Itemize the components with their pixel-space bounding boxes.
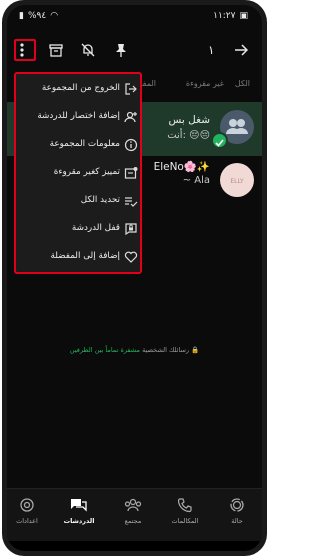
wifi-icon: ◠ <box>50 11 59 21</box>
phone-frame: ▮ %٩٤ ◠ ١١:٢٧ ▣ ١ الكل المفضلة غير مقروء… <box>2 0 267 556</box>
screen: ▮ %٩٤ ◠ ١١:٢٧ ▣ ١ الكل المفضلة غير مقروء… <box>7 5 262 551</box>
menu-item-select-all[interactable]: تحديد الكل <box>16 186 140 216</box>
highlight-box <box>14 39 36 61</box>
status-icon <box>230 498 244 512</box>
back-arrow-icon[interactable] <box>230 39 252 61</box>
menu-item-label: تمييز كغير مقروءة <box>53 167 120 177</box>
menu-item-lock-chat[interactable]: قفل الدردشة <box>16 214 140 244</box>
menu-item-label: إضافة اختصار للدردشة <box>37 111 120 121</box>
tab-all[interactable]: الكل <box>235 79 250 88</box>
overflow-menu: الخروج من المجموعة إضافة اختصار للدردشة … <box>14 72 142 274</box>
nav-chats[interactable]: الدردشات <box>59 497 99 525</box>
status-left: ▮ %٩٤ ◠ <box>19 11 58 21</box>
heart-icon <box>124 251 138 263</box>
gesture-bar <box>7 541 262 551</box>
menu-item-label: معلومات المجموعة <box>49 139 120 149</box>
menu-item-label: إضافة إلى المفضلة <box>50 251 120 261</box>
battery-text: %٩٤ <box>27 11 47 21</box>
nav-label: المكالمات <box>171 517 199 525</box>
menu-item-label: الخروج من المجموعة <box>41 83 120 93</box>
nav-communities[interactable]: مجتمع <box>113 497 153 525</box>
pin-icon[interactable] <box>110 39 132 61</box>
selection-toolbar <box>7 31 262 69</box>
selected-check-icon <box>211 132 228 149</box>
exit-icon <box>125 83 137 95</box>
menu-item-group-info[interactable]: معلومات المجموعة <box>16 130 140 160</box>
nav-label: الدردشات <box>63 517 95 525</box>
phone-icon <box>177 498 192 513</box>
lock-chat-icon <box>125 223 137 236</box>
add-contact-icon <box>124 111 137 123</box>
info-icon <box>124 138 138 152</box>
nav-settings[interactable]: اعدادات <box>7 497 47 525</box>
communities-icon <box>124 498 142 512</box>
lock-icon: 🔒 <box>191 346 200 354</box>
archive-icon[interactable] <box>45 39 67 61</box>
encryption-notice: 🔒 رسائلك الشخصية مشفرة تماماً بين الطرفي… <box>7 346 262 354</box>
status-time: ١١:٢٧ <box>213 11 236 21</box>
status-bar: ▮ %٩٤ ◠ ١١:٢٧ ▣ <box>7 11 262 25</box>
encryption-text: رسائلك الشخصية <box>142 346 190 354</box>
menu-item-label: قفل الدردشة <box>71 223 120 233</box>
nav-calls[interactable]: المكالمات <box>165 497 205 525</box>
chats-icon <box>71 499 87 512</box>
svg-text:ELLY: ELLY <box>230 178 244 185</box>
battery-icon: ▮ <box>19 11 24 21</box>
mute-icon[interactable] <box>77 39 99 61</box>
menu-item-add-shortcut[interactable]: إضافة اختصار للدردشة <box>16 102 140 132</box>
chat-name: EleNo🌸✨ <box>153 161 210 173</box>
mark-unread-icon <box>124 167 138 179</box>
menu-item-exit-group[interactable]: الخروج من المجموعة <box>16 74 140 104</box>
nav-label: اعدادات <box>16 517 38 525</box>
nav-label: حالة <box>231 517 243 525</box>
tab-unread[interactable]: غير مقروءة <box>186 79 224 88</box>
settings-icon <box>20 498 34 512</box>
menu-item-label: تحديد الكل <box>80 195 120 205</box>
chat-preview: أنت: 😔😔 <box>167 130 210 141</box>
select-all-icon <box>125 197 138 207</box>
menu-item-mark-unread[interactable]: تمييز كغير مقروءة <box>16 158 140 188</box>
contact-avatar: ELLY <box>220 163 254 197</box>
encryption-link[interactable]: مشفرة تماماً بين الطرفين <box>70 346 140 354</box>
nav-label: مجتمع <box>124 517 142 525</box>
chat-name: شغل بس <box>168 114 210 126</box>
menu-item-add-favorite[interactable]: إضافة إلى المفضلة <box>16 242 140 272</box>
status-right: ١١:٢٧ ▣ <box>213 11 248 21</box>
notification-icon: ▣ <box>239 11 248 21</box>
chat-preview: ~ Ala <box>182 175 210 186</box>
nav-updates[interactable]: حالة <box>217 497 257 525</box>
selected-count: ١ <box>208 43 215 57</box>
